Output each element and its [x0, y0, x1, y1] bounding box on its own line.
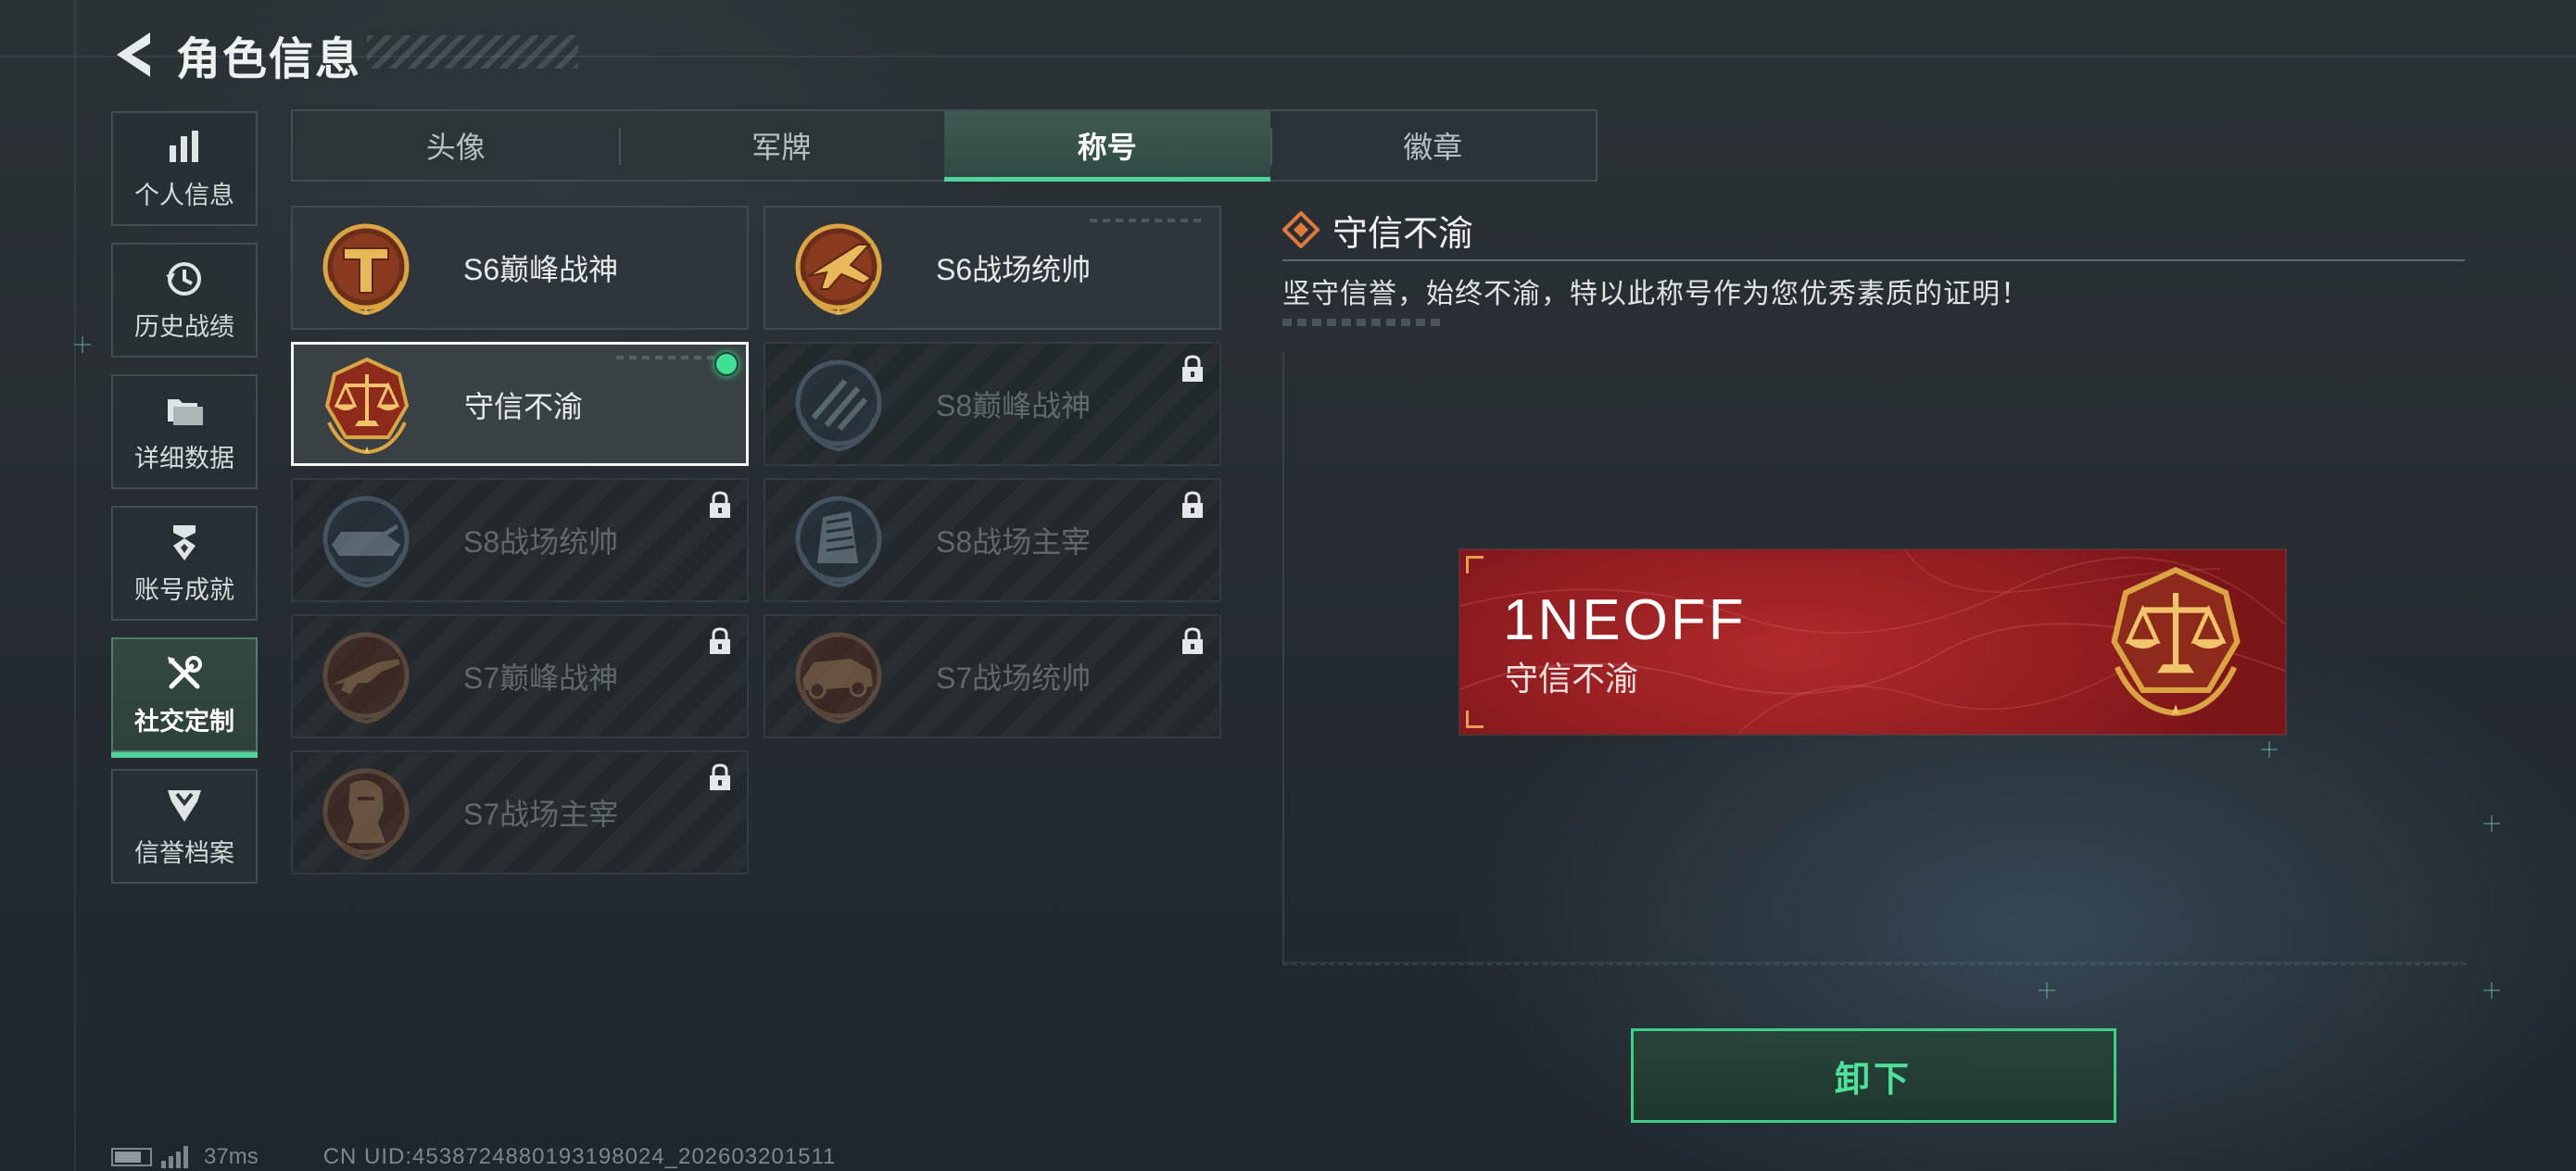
- unequip-button[interactable]: 卸下: [1631, 1028, 2116, 1123]
- sidebar-item-match-history[interactable]: 历史战绩: [111, 243, 258, 358]
- title-card-name: S7巅峰战神: [463, 661, 619, 695]
- crosshair-decoration: [2483, 815, 2500, 832]
- s7-commander-vehicle-badge-icon: [795, 632, 882, 724]
- crosshair-decoration: [74, 336, 91, 353]
- title-card-name: S8巅峰战神: [936, 389, 1092, 422]
- title-card-name: S8战场统帅: [463, 525, 619, 559]
- title-card-s8-dominator[interactable]: S8战场主宰: [764, 478, 1221, 602]
- nameplate-title: 守信不渝: [1505, 660, 1639, 698]
- detail-header: 守信不渝: [1282, 206, 2465, 254]
- s7-peak-god-rifle-badge-icon: [322, 632, 410, 724]
- tab-avatar[interactable]: 头像: [293, 111, 619, 180]
- detail-description: 坚守信誉，始终不渝，特以此称号作为您优秀素质的证明！: [1282, 279, 2029, 309]
- lock-icon: [710, 627, 730, 654]
- s8-commander-tank-badge-icon: [322, 496, 410, 588]
- status-bar: 37ms CN UID:4538724880193198024_20260320…: [111, 1143, 836, 1171]
- title-card-name: S8战场主宰: [936, 525, 1092, 559]
- crosshair-decoration: [2483, 982, 2500, 999]
- card-code-decoration: [1090, 219, 1201, 222]
- s8-dominator-building-badge-icon: [795, 496, 882, 588]
- s7-dominator-soldier-badge-icon: [322, 768, 410, 861]
- sidebar-item-achievements[interactable]: 账号成就: [111, 506, 258, 621]
- scales-badge-icon: [2111, 566, 2241, 716]
- medal-icon: [173, 524, 196, 560]
- signal-icon: [161, 1146, 191, 1168]
- battery-icon: [111, 1148, 152, 1166]
- sidebar-item-label: 个人信息: [134, 181, 234, 209]
- title-card-s6-peak-god[interactable]: S6巅峰战神: [291, 206, 749, 330]
- equipped-indicator: [714, 352, 739, 376]
- detail-code-decoration: [1282, 319, 1446, 326]
- tab-dog-tag[interactable]: 军牌: [618, 111, 945, 180]
- sidebar-item-label: 历史战绩: [134, 312, 234, 341]
- lock-icon: [710, 491, 730, 518]
- side-navigation: 个人信息 历史战绩 详细数据 账号成就 社交定制 信誉档案: [111, 111, 259, 900]
- history-icon: [166, 261, 201, 296]
- sidebar-item-credit-record[interactable]: 信誉档案: [111, 769, 258, 884]
- lock-icon: [1182, 355, 1203, 382]
- sidebar-item-label: 账号成就: [134, 575, 234, 604]
- background-grid-line: [74, 0, 76, 1171]
- title-card-name: S6巅峰战神: [463, 253, 619, 286]
- corner-bracket: [1466, 556, 1484, 573]
- lock-icon: [710, 763, 730, 790]
- title-card-s8-peak-god[interactable]: S8巅峰战神: [764, 342, 1221, 466]
- s6-peak-god-badge-icon: [322, 223, 410, 316]
- corner-bracket: [1466, 711, 1484, 728]
- scales-badge-icon: [324, 357, 410, 455]
- tab-title[interactable]: 称号: [944, 111, 1270, 182]
- sidebar-item-label: 社交定制: [134, 707, 234, 736]
- crosshair-decoration: [2039, 982, 2055, 999]
- lock-icon: [1182, 627, 1203, 654]
- title-card-name: S7战场统帅: [936, 661, 1092, 695]
- detail-title: 守信不渝: [1332, 214, 1474, 254]
- sidebar-item-personal-info[interactable]: 个人信息: [111, 111, 258, 226]
- title-card-s7-peak-god[interactable]: S7巅峰战神: [291, 614, 749, 738]
- s6-commander-jet-badge-icon: [795, 223, 882, 316]
- category-tabs: 头像 军牌 称号 徽章: [291, 109, 1597, 182]
- sidebar-item-social-custom[interactable]: 社交定制: [111, 637, 258, 758]
- card-code-decoration: [616, 356, 727, 359]
- folder-icon: [168, 398, 203, 425]
- page-title: 角色信息: [176, 35, 362, 84]
- title-hatch-decoration: [367, 35, 578, 69]
- s8-peak-god-badge-icon: [795, 359, 882, 452]
- nameplate-preview: 1NEOFF 守信不渝: [1460, 550, 2285, 734]
- sidebar-item-label: 详细数据: [134, 444, 234, 472]
- lock-icon: [1182, 491, 1203, 518]
- bar-chart-icon: [170, 130, 198, 162]
- title-card-name: S7战场主宰: [463, 798, 619, 831]
- title-card-s7-commander[interactable]: S7战场统帅: [764, 614, 1221, 738]
- shield-chevron-icon: [168, 789, 201, 822]
- diamond-icon: [1282, 211, 1320, 248]
- back-arrow-icon[interactable]: [109, 29, 156, 81]
- title-card-keep-faith[interactable]: 守信不渝: [291, 342, 749, 466]
- wrench-screwdriver-icon: [168, 655, 202, 688]
- tab-badge[interactable]: 徽章: [1269, 111, 1597, 180]
- page-header: 角色信息: [109, 22, 361, 87]
- title-detail-panel: 守信不渝 坚守信誉，始终不渝，特以此称号作为您优秀素质的证明！: [1282, 206, 2465, 326]
- divider: [1282, 259, 2465, 261]
- sidebar-item-label: 信誉档案: [134, 838, 234, 867]
- sidebar-item-detailed-data[interactable]: 详细数据: [111, 374, 258, 489]
- uid-text: CN UID:4538724880193198024_202603201511: [322, 1144, 837, 1169]
- title-card-name: 守信不渝: [464, 390, 584, 423]
- title-card-s7-dominator[interactable]: S7战场主宰: [291, 750, 749, 875]
- title-card-s8-commander[interactable]: S8战场统帅: [291, 478, 749, 602]
- ping-value: 37ms: [204, 1144, 259, 1169]
- nameplate-player-name: 1NEOFF: [1503, 588, 1747, 652]
- title-card-s6-commander[interactable]: S6战场统帅: [764, 206, 1221, 330]
- title-card-name: S6战场统帅: [936, 253, 1092, 286]
